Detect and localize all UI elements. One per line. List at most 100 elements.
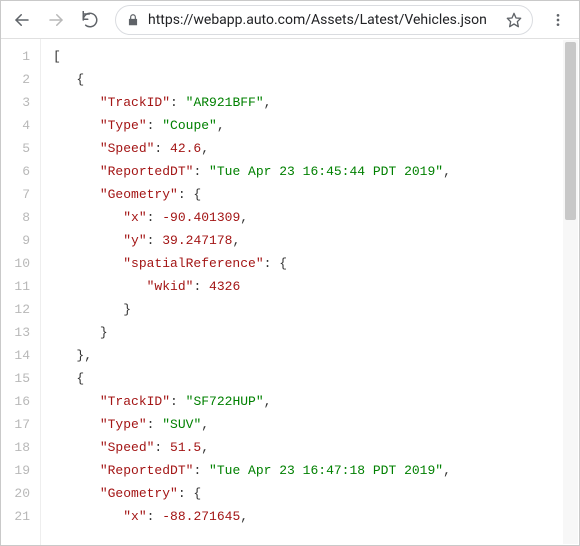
- reload-icon: [81, 11, 99, 29]
- json-token-punc: :: [170, 394, 186, 409]
- json-token-punc: :: [147, 417, 163, 432]
- menu-button[interactable]: [543, 5, 573, 35]
- line-number: 9: [1, 229, 40, 252]
- line-number: 6: [1, 160, 40, 183]
- json-token-punc: [: [53, 49, 61, 64]
- json-line: },: [53, 344, 579, 367]
- line-number: 3: [1, 91, 40, 114]
- json-token-key: "Type": [100, 118, 147, 133]
- json-token-key: "Geometry": [100, 187, 178, 202]
- json-token-punc: :: [147, 118, 163, 133]
- back-button[interactable]: [7, 5, 37, 35]
- json-token-punc: :: [147, 233, 163, 248]
- line-number: 13: [1, 321, 40, 344]
- reload-button[interactable]: [75, 5, 105, 35]
- json-line: "Geometry": {: [53, 482, 579, 505]
- json-line: "Type": "Coupe",: [53, 114, 579, 137]
- json-token-punc: :: [154, 440, 170, 455]
- json-viewer: 123456789101112131415161718192021 [ { "T…: [1, 39, 579, 545]
- json-token-num: 51.5: [170, 440, 201, 455]
- json-line: "Geometry": {: [53, 183, 579, 206]
- address-bar[interactable]: [115, 5, 533, 35]
- json-line: {: [53, 367, 579, 390]
- json-token-punc: ,: [232, 233, 240, 248]
- json-line: "Speed": 42.6,: [53, 137, 579, 160]
- json-line: "ReportedDT": "Tue Apr 23 16:47:18 PDT 2…: [53, 459, 579, 482]
- line-number: 11: [1, 275, 40, 298]
- bookmark-button[interactable]: [506, 12, 522, 28]
- json-token-str: "SF722HUP": [186, 394, 264, 409]
- line-number: 8: [1, 206, 40, 229]
- json-token-punc: : {: [264, 256, 287, 271]
- json-token-punc: :: [193, 463, 209, 478]
- json-token-key: "wkid": [147, 279, 194, 294]
- json-token-punc: :: [147, 509, 163, 524]
- json-token-key: "TrackID": [100, 394, 170, 409]
- json-line: "ReportedDT": "Tue Apr 23 16:45:44 PDT 2…: [53, 160, 579, 183]
- json-token-punc: },: [76, 348, 92, 363]
- json-line: [: [53, 45, 579, 68]
- line-number: 1: [1, 45, 40, 68]
- lock-icon: [126, 13, 140, 27]
- json-token-punc: : {: [178, 187, 201, 202]
- json-token-punc: :: [193, 279, 209, 294]
- line-number: 2: [1, 68, 40, 91]
- line-number: 4: [1, 114, 40, 137]
- line-number: 5: [1, 137, 40, 160]
- json-token-num: -88.271645: [162, 509, 240, 524]
- json-content: [ { "TrackID": "AR921BFF", "Type": "Coup…: [41, 39, 579, 545]
- json-token-key: "Type": [100, 417, 147, 432]
- star-icon: [506, 12, 522, 28]
- json-token-key: "spatialReference": [123, 256, 263, 271]
- json-token-punc: ,: [217, 118, 225, 133]
- json-line: "Speed": 51.5,: [53, 436, 579, 459]
- json-token-punc: }: [123, 302, 131, 317]
- json-token-punc: ,: [443, 463, 451, 478]
- json-line: "wkid": 4326: [53, 275, 579, 298]
- json-token-punc: ,: [240, 210, 248, 225]
- vertical-scrollbar[interactable]: [563, 40, 578, 544]
- json-line: "Type": "SUV",: [53, 413, 579, 436]
- line-number: 21: [1, 505, 40, 528]
- json-token-punc: ,: [201, 440, 209, 455]
- json-token-str: "SUV": [162, 417, 201, 432]
- line-number: 12: [1, 298, 40, 321]
- json-token-punc: :: [193, 164, 209, 179]
- line-number: 10: [1, 252, 40, 275]
- url-input[interactable]: [148, 12, 498, 28]
- line-number: 15: [1, 367, 40, 390]
- forward-arrow-icon: [47, 11, 65, 29]
- forward-button[interactable]: [41, 5, 71, 35]
- line-number: 16: [1, 390, 40, 413]
- json-line: "x": -88.271645,: [53, 505, 579, 528]
- browser-window: 123456789101112131415161718192021 [ { "T…: [0, 0, 580, 546]
- json-token-str: "Tue Apr 23 16:47:18 PDT 2019": [209, 463, 443, 478]
- menu-dots-icon: [550, 12, 566, 28]
- json-token-punc: :: [147, 210, 163, 225]
- json-line: "spatialReference": {: [53, 252, 579, 275]
- json-token-punc: ,: [201, 141, 209, 156]
- json-token-punc: ,: [264, 394, 272, 409]
- json-token-key: "Speed": [100, 440, 155, 455]
- json-line: "x": -90.401309,: [53, 206, 579, 229]
- json-token-punc: ,: [443, 164, 451, 179]
- scrollbar-thumb[interactable]: [565, 42, 576, 220]
- json-token-punc: :: [170, 95, 186, 110]
- json-token-key: "ReportedDT": [100, 164, 194, 179]
- json-line: "y": 39.247178,: [53, 229, 579, 252]
- json-token-str: "Coupe": [162, 118, 217, 133]
- json-token-punc: {: [76, 371, 84, 386]
- line-number-gutter: 123456789101112131415161718192021: [1, 39, 41, 545]
- json-line: {: [53, 68, 579, 91]
- json-token-str: "AR921BFF": [186, 95, 264, 110]
- json-line: "TrackID": "AR921BFF",: [53, 91, 579, 114]
- json-token-punc: :: [154, 141, 170, 156]
- json-token-punc: ,: [240, 509, 248, 524]
- json-token-punc: }: [100, 325, 108, 340]
- line-number: 19: [1, 459, 40, 482]
- json-token-key: "Speed": [100, 141, 155, 156]
- json-token-key: "Geometry": [100, 486, 178, 501]
- json-token-str: "Tue Apr 23 16:45:44 PDT 2019": [209, 164, 443, 179]
- json-line: }: [53, 298, 579, 321]
- json-line: }: [53, 321, 579, 344]
